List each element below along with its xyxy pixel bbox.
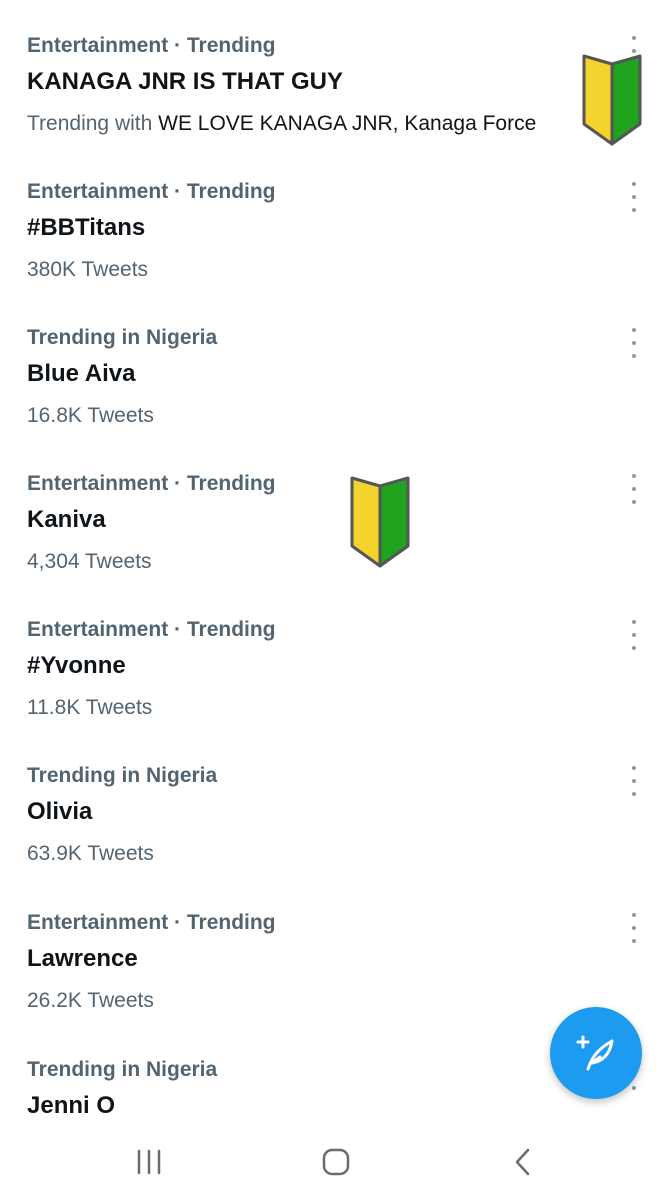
more-vertical-icon[interactable]	[626, 766, 642, 796]
compose-tweet-icon	[576, 1035, 614, 1071]
back-button[interactable]	[503, 1142, 543, 1182]
trend-title: Blue Aiva	[27, 360, 136, 387]
trend-meta-prefix: Trending with	[27, 112, 159, 135]
back-icon	[515, 1148, 530, 1176]
system-navigation-bar	[0, 1122, 664, 1200]
trend-title: #Yvonne	[27, 652, 126, 679]
trend-tweet-count: 16.8K Tweets	[27, 404, 154, 427]
more-vertical-icon[interactable]	[626, 328, 642, 358]
japanese-beginner-symbol-icon	[582, 54, 642, 146]
home-icon	[322, 1148, 350, 1176]
trend-title: Lawrence	[27, 945, 138, 972]
recent-apps-button[interactable]	[129, 1142, 169, 1182]
trend-title: #BBTitans	[27, 214, 146, 241]
trend-item[interactable]: Entertainment · Trending #BBTitans 380K …	[0, 146, 664, 292]
trend-context: Entertainment · Trending	[27, 618, 276, 641]
japanese-beginner-symbol-icon	[350, 476, 410, 568]
trend-tweet-count: 11.8K Tweets	[27, 696, 153, 719]
trend-item[interactable]: Entertainment · Trending Lawrence 26.2K …	[0, 877, 664, 1023]
trend-tweet-count: 26.2K Tweets	[27, 989, 154, 1012]
trend-tweet-count: 63.9K Tweets	[27, 842, 154, 865]
trend-meta: Trending with WE LOVE KANAGA JNR, Kanaga…	[27, 112, 536, 136]
trend-title: Jenni O	[27, 1092, 116, 1119]
more-vertical-icon[interactable]	[626, 474, 642, 504]
trend-context: Entertainment · Trending	[27, 180, 276, 203]
trend-item[interactable]: Trending in Nigeria Blue Aiva 16.8K Twee…	[0, 292, 664, 438]
trend-title: KANAGA JNR IS THAT GUY	[27, 68, 344, 95]
home-button[interactable]	[316, 1142, 356, 1182]
trend-tweet-count: 380K Tweets	[27, 258, 149, 281]
trend-item[interactable]: Entertainment · Trending #Yvonne 11.8K T…	[0, 584, 664, 730]
trend-context: Entertainment · Trending	[27, 34, 276, 57]
trend-context: Entertainment · Trending	[27, 472, 276, 495]
trend-item[interactable]: Trending in Nigeria Olivia 63.9K Tweets	[0, 730, 664, 876]
trend-meta-related: WE LOVE KANAGA JNR, Kanaga Force	[158, 112, 537, 135]
trend-tweet-count: 4,304 Tweets	[27, 550, 152, 573]
trend-item[interactable]: Entertainment · Trending KANAGA JNR IS T…	[0, 0, 664, 146]
trend-context: Trending in Nigeria	[27, 764, 218, 787]
trend-context: Entertainment · Trending	[27, 911, 276, 934]
trend-item[interactable]: Entertainment · Trending Kaniva 4,304 Tw…	[0, 438, 664, 584]
more-vertical-icon[interactable]	[626, 182, 642, 212]
trend-title: Olivia	[27, 798, 93, 825]
compose-tweet-button[interactable]	[550, 1007, 642, 1099]
more-vertical-icon[interactable]	[626, 913, 642, 943]
more-vertical-icon[interactable]	[626, 620, 642, 650]
trend-context: Trending in Nigeria	[27, 1058, 218, 1081]
trend-title: Kaniva	[27, 506, 106, 533]
trend-context: Trending in Nigeria	[27, 326, 218, 349]
recent-apps-icon	[137, 1149, 161, 1175]
